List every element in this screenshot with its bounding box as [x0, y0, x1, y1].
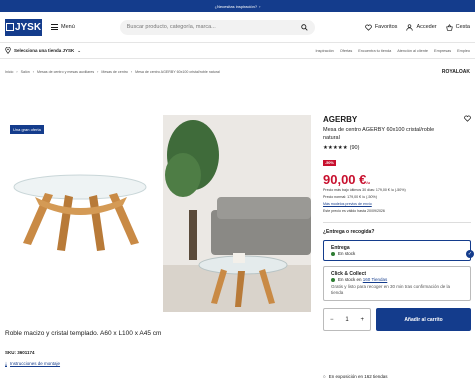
- stock-status-icon: [331, 277, 335, 282]
- promo-topbar[interactable]: ¿Necesitas inspiración? ›: [0, 0, 475, 12]
- favorites-button[interactable]: Favoritos: [365, 24, 398, 31]
- checkmark-icon: ✓: [466, 250, 474, 258]
- brand-logo[interactable]: ROYALOAK: [442, 69, 470, 75]
- product-sku: SKU: 3601174: [5, 350, 35, 355]
- increase-button[interactable]: +: [361, 317, 365, 323]
- rating[interactable]: ★★★★★ (90): [323, 145, 471, 151]
- add-to-cart-button[interactable]: Añadir al carrito: [376, 308, 471, 331]
- delivery-question: ¿Entrega o recogida?: [323, 229, 375, 235]
- price-value: 90,00 €: [323, 172, 367, 187]
- click-collect-stock: En stock en: [338, 277, 363, 282]
- menu-label: Menú: [61, 24, 75, 30]
- decrease-button[interactable]: −: [330, 317, 334, 323]
- radio-icon: ○: [323, 374, 326, 379]
- search-placeholder: Buscar producto, categoría, marca...: [126, 24, 216, 30]
- product-image-lifestyle[interactable]: [163, 115, 311, 312]
- jysk-logo[interactable]: JYSK: [5, 18, 42, 36]
- chevron-down-icon: ⌄: [77, 47, 82, 53]
- heart-icon: [365, 24, 372, 31]
- product-image-main[interactable]: Una gran oferta: [5, 115, 156, 312]
- crumb-mesas-centro-auxiliares[interactable]: Mesas de centro y mesas auxiliares: [37, 70, 94, 74]
- menu-button[interactable]: Menú: [51, 24, 75, 30]
- logo-text: JYSK: [14, 21, 42, 33]
- login-label: Acceder: [416, 24, 437, 30]
- search-input[interactable]: Buscar producto, categoría, marca...: [119, 19, 315, 35]
- crumb-inicio[interactable]: Inicio: [5, 70, 13, 74]
- link-ofertas[interactable]: Ofertas: [340, 49, 352, 53]
- star-rating-icon: ★★★★★: [323, 145, 348, 151]
- delivery-stock: En stock: [338, 251, 356, 256]
- product-description: Roble macizo y cristal templado. A60 x L…: [5, 330, 162, 337]
- cart-label: Cesta: [455, 24, 470, 30]
- crumb-current: Mesa de centro AGERBY 60x100 cristal/rob…: [135, 69, 220, 74]
- room-scene-illustration: [163, 115, 311, 312]
- cart-button[interactable]: Cesta: [445, 23, 470, 31]
- exposition-info[interactable]: ○ En exposición en 162 tiendas: [323, 374, 388, 379]
- store-bar: Selecciona una tienda JYSK ⌄ Inspiración…: [0, 42, 475, 59]
- basket-icon: [445, 23, 453, 31]
- offer-badge: Una gran oferta: [10, 125, 44, 134]
- assembly-instructions-link[interactable]: ⤓ Instrucciones de montaje: [5, 361, 60, 366]
- exposition-label: En exposición en 162 tiendas: [328, 374, 388, 379]
- crumb-salon[interactable]: Salón: [21, 70, 30, 74]
- price-valid-until: Este precio es válido hasta 20/09/2026: [323, 208, 385, 213]
- stock-status-icon: [331, 251, 335, 256]
- product-gallery: Una gran oferta: [0, 115, 314, 312]
- login-button[interactable]: Acceder: [406, 23, 437, 31]
- price-unit: /u: [366, 180, 370, 185]
- hamburger-icon: [51, 24, 58, 30]
- lowest-price-note: Precio más bajo últimos 30 días: 179,00 …: [323, 188, 406, 192]
- link-inspiracion[interactable]: Inspiración: [315, 49, 333, 53]
- divider: [323, 222, 471, 223]
- location-pin-icon: [5, 47, 11, 54]
- link-empleo[interactable]: Empleo: [457, 49, 470, 53]
- click-collect-note: Gratis y listo para recoger en 30 min tr…: [331, 284, 451, 295]
- assembly-instructions-label: Instrucciones de montaje: [10, 361, 61, 366]
- crumb-mesas-centro[interactable]: Mesas de centro: [101, 70, 128, 74]
- more-models-link[interactable]: Más modelos previos de envío: [323, 202, 471, 208]
- delivery-option[interactable]: Entrega En stock ✓: [323, 240, 474, 261]
- product-title: AGERBY: [323, 115, 358, 124]
- quantity-stepper: − 1 +: [323, 308, 371, 331]
- price: 90,00 €/u: [323, 172, 471, 187]
- discount-badge: -50%: [323, 160, 336, 166]
- favorites-label: Favoritos: [374, 24, 398, 30]
- user-icon: [406, 23, 414, 31]
- utility-links: Inspiración Ofertas Encuentra tu tienda …: [315, 49, 470, 53]
- heart-icon[interactable]: [464, 115, 471, 122]
- normal-price-note: Precio normal: 179,00 € /u (-50%): [323, 194, 377, 199]
- download-icon: ⤓: [5, 361, 7, 366]
- review-count: (90): [349, 145, 360, 151]
- search-icon[interactable]: [301, 23, 308, 31]
- link-empresas[interactable]: Empresas: [434, 49, 451, 53]
- link-encuentra-tienda[interactable]: Encuentra tu tienda: [358, 49, 391, 53]
- click-collect-option[interactable]: Click & Collect En stock en 160 Tiendas …: [323, 266, 471, 301]
- product-subtitle: Mesa de centro AGERBY 60x100 cristal/rob…: [323, 127, 435, 141]
- table-illustration: [13, 174, 147, 251]
- product-panel: AGERBY Mesa de centro AGERBY 60x100 cris…: [323, 115, 474, 331]
- chevron-right-icon: ›: [259, 3, 261, 9]
- promo-text[interactable]: ¿Necesitas inspiración?: [215, 4, 257, 9]
- store-selector-label: Selecciona una tienda JYSK: [14, 48, 75, 53]
- logo-mark-icon: [5, 23, 14, 31]
- breadcrumb: Inicio › Salón › Mesas de centro y mesas a…: [5, 68, 470, 75]
- store-selector[interactable]: Selecciona una tienda JYSK ⌄: [5, 47, 81, 54]
- quantity-value[interactable]: 1: [345, 317, 348, 323]
- site-header: JYSK Menú Buscar producto, categoría, ma…: [0, 12, 475, 42]
- link-atencion-cliente[interactable]: Atención al cliente: [397, 49, 428, 53]
- stores-link[interactable]: 160 Tiendas: [363, 277, 388, 282]
